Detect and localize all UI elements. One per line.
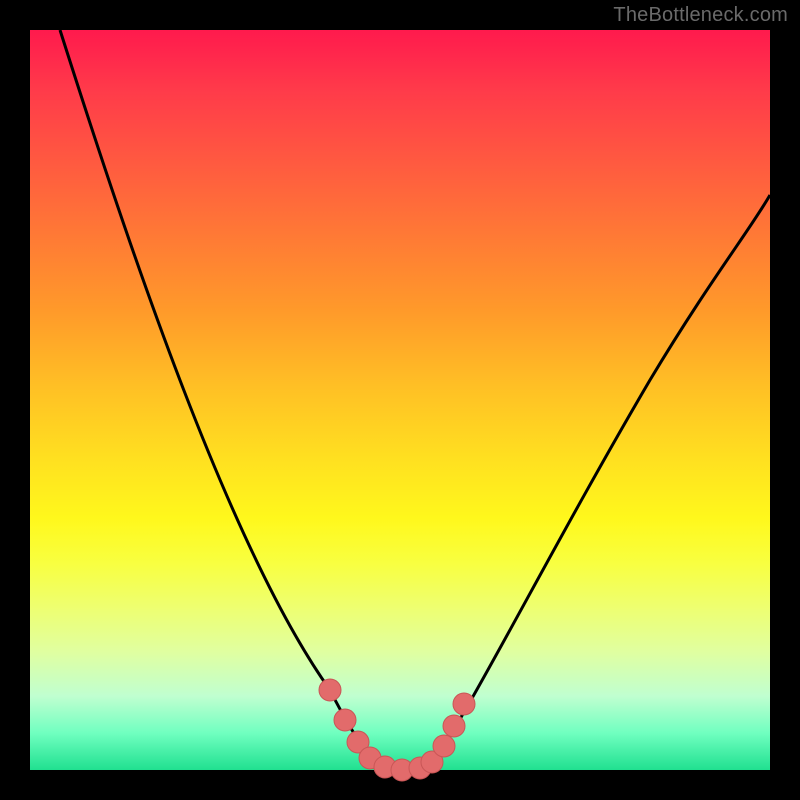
marker-dot	[334, 709, 356, 731]
marker-group	[319, 679, 475, 781]
right-curve	[430, 195, 770, 765]
marker-dot	[443, 715, 465, 737]
left-curve	[60, 30, 375, 765]
marker-dot	[433, 735, 455, 757]
curve-layer	[30, 30, 770, 770]
marker-dot	[453, 693, 475, 715]
watermark-text: TheBottleneck.com	[613, 4, 788, 27]
plot-area	[30, 30, 770, 770]
marker-dot	[319, 679, 341, 701]
